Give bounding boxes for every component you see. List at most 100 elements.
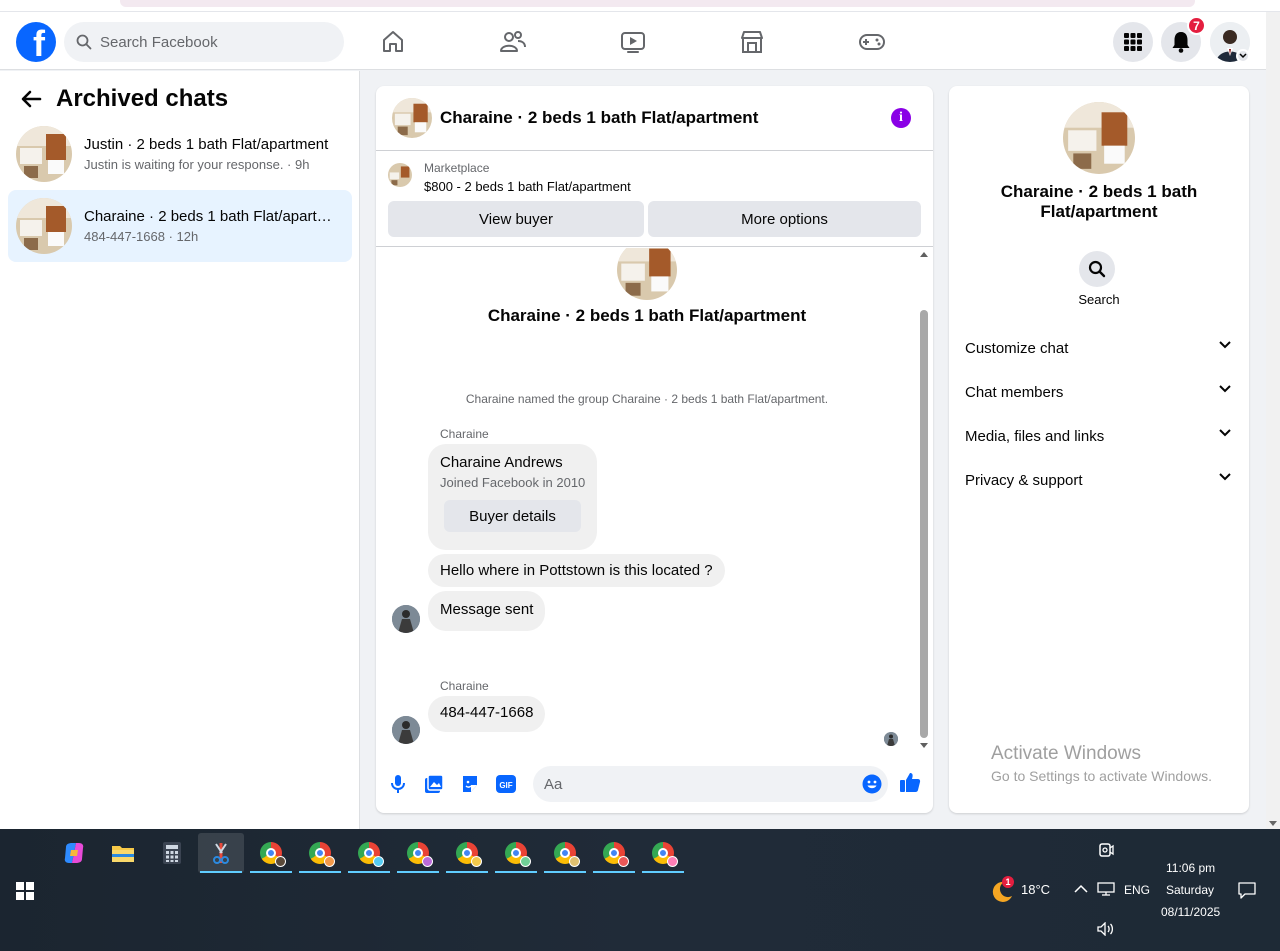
info-icon[interactable]: i [891,108,911,128]
chrome-profile-icon[interactable] [542,833,588,873]
search-input[interactable] [100,33,320,51]
more-options-button[interactable]: More options [648,201,921,237]
chrome-profile-icon[interactable] [444,833,490,873]
chrome-profile-icon[interactable] [493,833,539,873]
privacy-support-section[interactable]: Privacy & support [949,458,1249,502]
search-label: Search [1078,292,1120,307]
sender-avatar[interactable] [392,716,420,744]
chevron-down-icon [1219,341,1231,349]
group-title: Charaine · 2 beds 1 bath Flat/apartment [487,306,807,325]
group-avatar [617,248,677,300]
chat-info-title: Charaine · 2 beds 1 bath Flat/apartment [1000,182,1198,221]
chevron-down-icon [1219,429,1231,437]
weather-icon[interactable]: 1 [988,876,1014,904]
notification-badge: 7 [1187,16,1206,35]
chrome-profile-icon[interactable] [297,833,343,873]
clock-time[interactable]: 11:06 pm [1166,861,1215,875]
group-avatar [1063,102,1135,174]
copilot-icon[interactable] [51,833,97,873]
menu-grid-button[interactable] [1113,22,1153,62]
seen-indicator-avatar [884,732,898,746]
search-icon [76,34,92,50]
listing-thumbnail [16,198,72,254]
file-explorer-icon[interactable] [100,833,146,873]
buyer-details-button[interactable]: Buyer details [444,500,581,532]
search-facebook[interactable] [64,22,344,62]
notification-center-icon[interactable] [1238,881,1256,899]
emoji-icon[interactable] [862,774,882,794]
friends-icon[interactable] [497,26,529,58]
chat-title: Justin · 2 beds 1 bath Flat/apartment [84,136,329,153]
message-input[interactable] [544,775,844,793]
media-files-links-section[interactable]: Media, files and links [949,414,1249,458]
chevron-up-icon[interactable] [1074,884,1088,893]
grid-icon [1124,33,1142,51]
chat-subtitle: Justin is waiting for your response. · 9… [84,157,310,172]
activate-windows-watermark: Activate Windows Go to Settings to activ… [991,743,1212,784]
conversation-title[interactable]: Charaine · 2 beds 1 bath Flat/apartment [440,108,758,128]
network-icon[interactable] [1097,882,1115,896]
account-menu-caret[interactable] [1236,49,1250,63]
sender-name: Charaine [440,427,489,441]
back-arrow-icon[interactable] [20,89,42,109]
listing-thumbnail[interactable] [392,98,432,138]
browser-tab-strip [0,0,1280,12]
buyer-joined: Joined Facebook in 2010 [440,475,586,490]
meet-now-icon[interactable] [1098,842,1114,858]
marketplace-label: Marketplace [424,161,490,175]
chat-members-section[interactable]: Chat members [949,370,1249,414]
thumbs-up-icon[interactable] [899,771,921,793]
sender-name: Charaine [440,679,489,693]
language-indicator[interactable]: ENG [1124,883,1150,897]
archived-chats-panel: Archived chats Justin · 2 beds 1 bath Fl… [0,71,360,829]
chat-list-item-active[interactable]: Charaine · 2 beds 1 bath Flat/apartment … [8,190,352,262]
buyer-name: Charaine Andrews [440,454,563,471]
windows-start-icon[interactable] [16,882,34,900]
conversation-scrollbar[interactable] [918,250,930,750]
message-bubble[interactable]: Hello where in Pottstown is this located… [428,554,725,587]
home-icon[interactable] [377,26,409,58]
volume-icon[interactable] [1097,922,1115,936]
chrome-profile-icon[interactable] [591,833,637,873]
browser-address-pill[interactable] [120,0,1195,7]
listing-thumbnail [16,126,72,182]
clock-date[interactable]: 08/11/2025 [1161,905,1220,919]
svg-text:GIF: GIF [499,781,512,790]
chat-title: Charaine · 2 beds 1 bath Flat/apartment [84,208,336,225]
gaming-icon[interactable] [856,26,888,58]
customize-chat-section[interactable]: Customize chat [949,326,1249,370]
marketplace-icon[interactable] [736,26,768,58]
search-icon [1088,260,1106,278]
bell-icon [1172,32,1190,53]
clock-day[interactable]: Saturday [1166,883,1214,897]
microphone-icon[interactable] [387,773,409,795]
facebook-logo[interactable]: f [16,22,56,62]
top-navigation: f 7 [0,12,1266,70]
message-bubble[interactable]: Message sent [428,591,546,631]
photo-icon[interactable] [423,773,445,795]
chevron-down-icon [1219,385,1231,393]
chrome-profile-icon[interactable] [395,833,441,873]
page-scrollbar[interactable] [1266,12,1280,829]
page-title: Archived chats [56,85,229,112]
snipping-tool-icon[interactable] [198,833,244,873]
system-message: Charaine named the group Charaine · 2 be… [465,392,829,406]
sender-avatar[interactable] [392,605,420,633]
chevron-down-icon [1219,473,1231,481]
search-in-conversation-button[interactable] [1079,251,1115,287]
message-bubble[interactable]: 484-447-1668 [428,696,546,732]
calculator-icon[interactable] [149,833,195,873]
chat-list-item[interactable]: Justin · 2 beds 1 bath Flat/apartment Ju… [8,118,352,190]
windows-taskbar: 1 18°C ENG 11:06 pm Saturday 08/11/2025 [0,829,1280,951]
chrome-profile-icon[interactable] [248,833,294,873]
listing-price[interactable]: $800 - 2 beds 1 bath Flat/apartment [424,179,631,194]
gif-icon[interactable]: GIF [495,773,517,795]
notifications-button[interactable]: 7 [1161,16,1206,62]
weather-temperature[interactable]: 18°C [1021,882,1050,897]
message-input-wrapper[interactable] [533,766,888,802]
chrome-profile-icon[interactable] [640,833,686,873]
chrome-profile-icon[interactable] [346,833,392,873]
view-buyer-button[interactable]: View buyer [388,201,644,237]
video-icon[interactable] [617,26,649,58]
sticker-icon[interactable] [459,773,481,795]
